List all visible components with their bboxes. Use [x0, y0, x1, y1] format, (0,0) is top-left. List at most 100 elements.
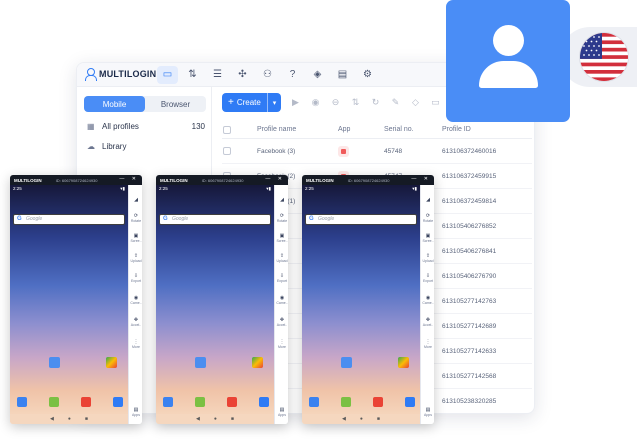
stop-icon[interactable]: ◉: [310, 97, 321, 108]
create-button[interactable]: + Create ▾: [222, 93, 281, 112]
rail-item[interactable]: ◉ Came..: [421, 295, 434, 305]
messages-app-icon[interactable]: [195, 397, 205, 407]
profile-count: 130: [191, 121, 205, 131]
messages-app-icon[interactable]: [49, 397, 59, 407]
nav-users-button[interactable]: ⚇: [257, 66, 278, 84]
nav-book-button[interactable]: ▤: [332, 66, 353, 84]
rail-item[interactable]: ◢: [129, 197, 142, 203]
back-icon[interactable]: ◀: [50, 416, 54, 422]
rail-item[interactable]: ◉ Came..: [129, 295, 142, 305]
window-controls[interactable]: — ✕: [411, 176, 431, 182]
camera-app-icon[interactable]: [405, 397, 415, 407]
play-store-icon[interactable]: [252, 357, 263, 368]
window-controls[interactable]: — ✕: [119, 176, 139, 182]
nav-monitor-button[interactable]: ▭: [157, 66, 178, 84]
rail-item[interactable]: ⟳ Rotate: [275, 213, 288, 223]
rail-label: Rotate: [130, 219, 142, 223]
window-controls[interactable]: — ✕: [265, 176, 285, 182]
back-icon[interactable]: ◀: [342, 416, 346, 422]
recents-icon[interactable]: ■: [85, 416, 88, 422]
sidebar-item-all-profiles[interactable]: ▦ All profiles 130: [87, 119, 205, 133]
rail-item[interactable]: ▤ Apps: [129, 407, 142, 417]
gallery-app-icon[interactable]: [341, 357, 352, 368]
rail-item[interactable]: ⇪ Upload: [421, 253, 434, 263]
google-search-bar[interactable]: Google: [159, 214, 271, 225]
rail-item[interactable]: ⟳ Rotate: [129, 213, 142, 223]
phone-screen[interactable]: 2:25 ▾▮ Google ◀ ● ■: [302, 185, 420, 424]
rail-label: Came..: [422, 301, 434, 305]
phone-screen[interactable]: 2:25 ▾▮ Google ◀ ● ■: [156, 185, 274, 424]
back-icon[interactable]: ◀: [196, 416, 200, 422]
phone-brand: MULTILOGIN: [160, 177, 188, 183]
recents-icon[interactable]: ■: [231, 416, 234, 422]
nav-tag-button[interactable]: ◈: [307, 66, 328, 84]
phone-app-icon[interactable]: [17, 397, 27, 407]
chrome-app-icon[interactable]: [373, 397, 383, 407]
nav-sort-button[interactable]: ⇅: [182, 66, 203, 84]
row-checkbox-cell: [222, 147, 257, 155]
rail-label: Accel..: [422, 323, 434, 327]
tag-icon[interactable]: ◇: [410, 97, 421, 108]
select-all-checkbox[interactable]: [223, 125, 231, 134]
phone-app-icon[interactable]: [163, 397, 173, 407]
transfer-icon[interactable]: ⇅: [350, 97, 361, 108]
rail-item[interactable]: ▣ Scree..: [129, 233, 142, 243]
sidebar-item-library[interactable]: ☁ Library: [87, 139, 205, 153]
rail-item[interactable]: ✥ Accel..: [421, 317, 434, 327]
messages-app-icon[interactable]: [341, 397, 351, 407]
home-icon[interactable]: ●: [68, 416, 71, 422]
play-icon[interactable]: ▶: [290, 97, 301, 108]
folder-icon[interactable]: ▭: [430, 97, 441, 108]
nav-gear-button[interactable]: ⚙: [357, 66, 378, 84]
nav-help-button[interactable]: ?: [282, 66, 303, 84]
edit-icon[interactable]: ✎: [390, 97, 401, 108]
rail-item[interactable]: ⋮ More: [129, 339, 142, 349]
rail-item[interactable]: ⇩ Export: [275, 273, 288, 283]
phone-screen[interactable]: 2:25 ▾▮ Google ◀ ● ■: [10, 185, 128, 424]
rail-item[interactable]: ◢: [275, 197, 288, 203]
camera-app-icon[interactable]: [259, 397, 269, 407]
play-store-icon[interactable]: [106, 357, 117, 368]
rail-item[interactable]: ▤ Apps: [421, 407, 434, 417]
signal-icon: ◢: [426, 197, 430, 203]
home-icon[interactable]: ●: [214, 416, 217, 422]
rail-item[interactable]: ▤ Apps: [275, 407, 288, 417]
phone-app-icon[interactable]: [309, 397, 319, 407]
google-search-bar[interactable]: Google: [305, 214, 417, 225]
tab-browser[interactable]: Browser: [145, 96, 206, 112]
gallery-app-icon[interactable]: [195, 357, 206, 368]
rail-item[interactable]: ⋮ More: [421, 339, 434, 349]
column-header[interactable]: Profile ID: [442, 126, 532, 133]
column-header[interactable]: Profile name: [257, 126, 338, 133]
table-row[interactable]: Facebook (3) 45748 613106372460016: [222, 139, 532, 164]
home-icon[interactable]: ●: [360, 416, 363, 422]
gallery-app-icon[interactable]: [49, 357, 60, 368]
rail-item[interactable]: ⇩ Export: [129, 273, 142, 283]
rail-item[interactable]: ⋮ More: [275, 339, 288, 349]
rail-item[interactable]: ⟳ Rotate: [421, 213, 434, 223]
zoom-out-icon[interactable]: ⊖: [330, 97, 341, 108]
row-checkbox[interactable]: [223, 147, 231, 155]
recents-icon[interactable]: ■: [377, 416, 380, 422]
rail-item[interactable]: ◉ Came..: [275, 295, 288, 305]
rail-item[interactable]: ✥ Accel..: [275, 317, 288, 327]
rail-item[interactable]: ⇩ Export: [421, 273, 434, 283]
rail-item[interactable]: ▣ Scree..: [275, 233, 288, 243]
rail-item[interactable]: ✥ Accel..: [129, 317, 142, 327]
tab-mobile[interactable]: Mobile: [84, 96, 145, 112]
rail-item[interactable]: ▣ Scree..: [421, 233, 434, 243]
rail-item[interactable]: ⇪ Upload: [129, 253, 142, 263]
nav-puzzle-button[interactable]: ✣: [232, 66, 253, 84]
refresh-icon[interactable]: ↻: [370, 97, 381, 108]
chevron-down-icon[interactable]: ▾: [267, 93, 281, 112]
chrome-app-icon[interactable]: [227, 397, 237, 407]
column-header[interactable]: App: [338, 126, 384, 133]
column-header[interactable]: Serial no.: [384, 126, 442, 133]
rail-item[interactable]: ⇪ Upload: [275, 253, 288, 263]
nav-list-button[interactable]: ☰: [207, 66, 228, 84]
chrome-app-icon[interactable]: [81, 397, 91, 407]
camera-app-icon[interactable]: [113, 397, 123, 407]
play-store-icon[interactable]: [398, 357, 409, 368]
google-search-bar[interactable]: Google: [13, 214, 125, 225]
rail-item[interactable]: ◢: [421, 197, 434, 203]
